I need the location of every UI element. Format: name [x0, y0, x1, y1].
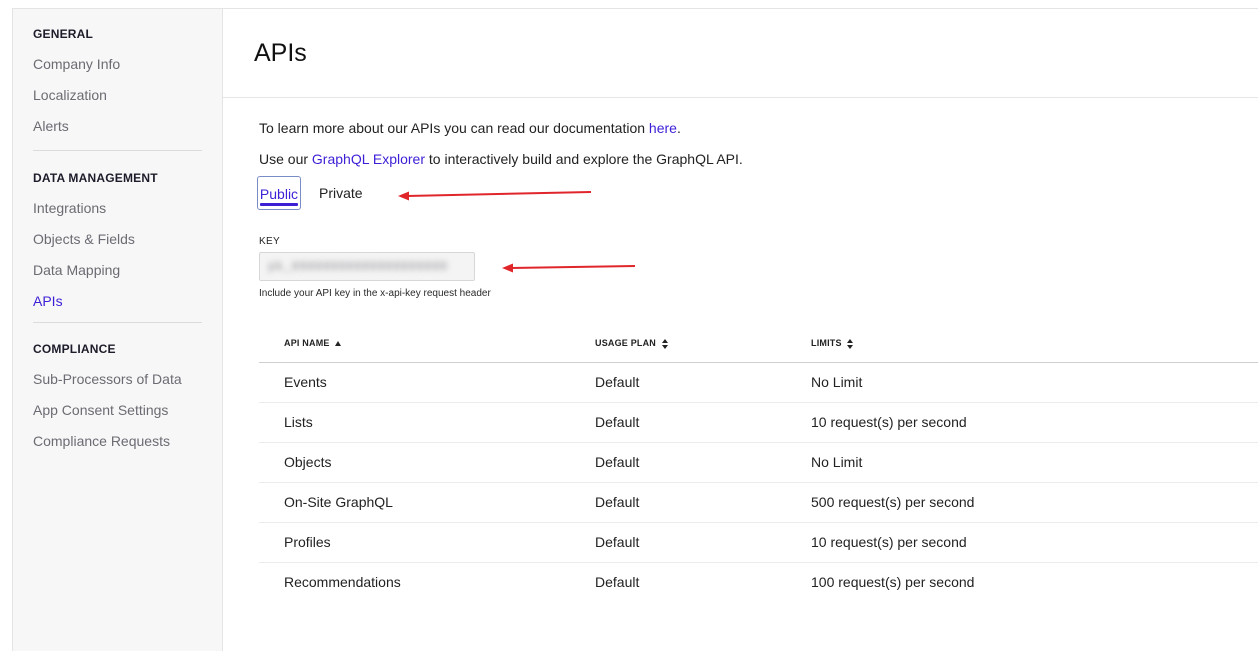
limit-cell: 500 request(s) per second — [811, 482, 1258, 523]
nav-section-compliance: COMPLIANCE Sub-Processors of Data App Co… — [13, 342, 222, 457]
sidebar-item-app-consent-settings[interactable]: App Consent Settings — [33, 395, 222, 426]
docs-info-line: To learn more about our APIs you can rea… — [259, 120, 681, 136]
sidebar-item-apis[interactable]: APIs — [33, 286, 222, 317]
column-header-label: USAGE PLAN — [595, 337, 657, 348]
sidebar-item-company-info[interactable]: Company Info — [33, 49, 222, 80]
table-row: Objects Default No Limit — [259, 442, 1258, 483]
settings-sidebar: GENERAL Company Info Localization Alerts… — [12, 8, 223, 651]
docs-link[interactable]: here — [649, 120, 677, 136]
sidebar-item-integrations[interactable]: Integrations — [33, 193, 222, 224]
annotation-arrow-tabs — [398, 191, 592, 201]
limit-cell: No Limit — [811, 362, 1258, 403]
api-name-cell: Profiles — [259, 522, 595, 563]
explorer-suffix: to interactively build and explore the G… — [425, 151, 743, 167]
sidebar-item-alerts[interactable]: Alerts — [33, 111, 222, 142]
sort-icon — [847, 338, 854, 349]
table-row: Profiles Default 10 request(s) per secon… — [259, 522, 1258, 563]
table-row: Lists Default 10 request(s) per second — [259, 402, 1258, 443]
key-label: KEY — [259, 236, 280, 247]
sidebar-item-sub-processors[interactable]: Sub-Processors of Data — [33, 364, 222, 395]
api-name-cell: Recommendations — [284, 574, 401, 591]
api-name-cell: Events — [259, 362, 595, 403]
table-row: Recommendations Default 100 request(s) p… — [259, 562, 1258, 602]
column-header-api-name[interactable]: API NAME — [259, 325, 595, 363]
api-name-cell: Objects — [259, 442, 595, 483]
usage-plan-cell: Default — [595, 362, 811, 403]
sort-icon — [661, 338, 668, 349]
annotation-arrow-key — [502, 263, 636, 273]
column-header-limits[interactable]: LIMITS — [811, 325, 1258, 363]
api-key-value: pk_00000000000000000000 — [268, 259, 448, 274]
table-header-row: API NAME USAGE PLAN LIMITS — [259, 325, 1258, 363]
api-name-cell: On-Site GraphQL — [259, 482, 595, 523]
sort-ascending-icon — [335, 341, 342, 347]
docs-text: To learn more about our APIs you can rea… — [259, 120, 649, 136]
sidebar-item-localization[interactable]: Localization — [33, 80, 222, 111]
limit-cell: No Limit — [811, 442, 1258, 483]
active-tab-indicator — [260, 203, 298, 206]
nav-heading-general: GENERAL — [33, 27, 94, 41]
table-row: On-Site GraphQL Default 500 request(s) p… — [259, 482, 1258, 523]
nav-section-data-management: DATA MANAGEMENT Integrations Objects & F… — [13, 171, 222, 317]
main-content: APIs To learn more about our APIs you ca… — [223, 8, 1258, 651]
explorer-info-line: Use our GraphQL Explorer to interactivel… — [259, 151, 743, 167]
nav-heading-compliance: COMPLIANCE — [33, 342, 116, 356]
usage-plan-cell: Default — [595, 482, 811, 523]
column-header-label: LIMITS — [811, 337, 842, 348]
usage-plan-cell: Default — [595, 402, 811, 443]
column-header-usage-plan[interactable]: USAGE PLAN — [595, 325, 811, 363]
usage-plan-cell: Default — [595, 442, 811, 483]
tab-private[interactable]: Private — [319, 176, 363, 210]
graphql-explorer-link[interactable]: GraphQL Explorer — [312, 151, 425, 167]
tab-public-label: Public — [259, 186, 299, 202]
limit-cell: 10 request(s) per second — [811, 402, 1258, 443]
key-help-text: Include your API key in the x-api-key re… — [259, 288, 491, 299]
nav-section-general: GENERAL Company Info Localization Alerts — [13, 27, 222, 142]
explorer-text: Use our — [259, 151, 312, 167]
usage-plan-cell: Default — [595, 574, 640, 591]
page-title: APIs — [254, 39, 307, 67]
column-header-label: API NAME — [284, 338, 330, 349]
usage-plan-cell: Default — [595, 522, 811, 563]
limit-cell: 10 request(s) per second — [811, 522, 1258, 563]
sidebar-item-data-mapping[interactable]: Data Mapping — [33, 255, 222, 286]
tab-public[interactable]: Public — [257, 176, 301, 210]
api-name-cell: Lists — [259, 402, 595, 443]
docs-suffix: . — [676, 120, 681, 136]
limit-cell: 100 request(s) per second — [811, 574, 975, 591]
nav-heading-data-management: DATA MANAGEMENT — [33, 171, 158, 185]
table-row: Events Default No Limit — [259, 362, 1258, 403]
sidebar-item-objects-fields[interactable]: Objects & Fields — [33, 224, 222, 255]
page-header: APIs — [223, 9, 1258, 98]
api-table: API NAME USAGE PLAN LIMITS Events Defaul… — [259, 325, 1258, 602]
sidebar-item-compliance-requests[interactable]: Compliance Requests — [33, 426, 222, 457]
api-key-field[interactable]: pk_00000000000000000000 — [259, 252, 475, 281]
